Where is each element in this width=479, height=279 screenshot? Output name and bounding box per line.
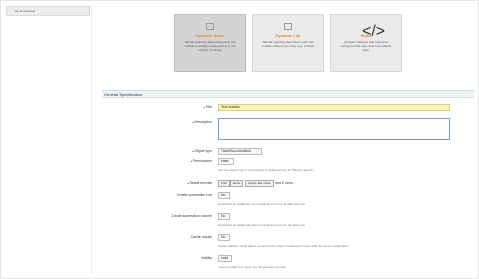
card-title: Static — [360, 33, 372, 38]
permissions-select[interactable]: stats — [218, 158, 234, 165]
sidebar: Go to overview — [4, 4, 92, 275]
validity-label: Validity — [200, 256, 212, 260]
matrix-icon — [206, 23, 214, 30]
card-title: Dynamic List — [275, 33, 301, 38]
result-formats-more[interactable]: and 5 more... — [275, 181, 296, 185]
code-icon: </> — [362, 23, 386, 40]
create-summation-row-select[interactable]: No — [218, 192, 230, 199]
create-summation-column-hint: Generates an additional column containin… — [218, 223, 306, 227]
title-label: Title — [134, 105, 212, 109]
main-content: Dynamic Static Tabular reporting data wh… — [102, 4, 474, 275]
permissions-label: Permissions — [134, 159, 212, 163]
card-dynamic-list[interactable]: Dynamic List Tabular reporting data wher… — [252, 14, 324, 72]
card-description: Tabular reporting data where each row co… — [184, 40, 236, 52]
create-summation-column-select[interactable]: No — [218, 213, 230, 220]
result-format-tag[interactable]: Excel — [230, 180, 244, 187]
object-type-field: TicketAccumulation — [218, 148, 262, 155]
create-summation-column-label: Create summation column — [171, 214, 212, 218]
result-formats-label: Result formats — [134, 181, 212, 185]
list-icon — [284, 23, 292, 30]
description-label: Description — [134, 120, 212, 124]
section-header: General Specification — [102, 90, 474, 98]
create-summation-row-label: Create summation row — [176, 193, 212, 197]
validity-hint: If set to invalid end users can not gene… — [218, 265, 287, 269]
card-title: Dynamic Static — [195, 33, 225, 38]
card-static[interactable]: </> Static Complex statistics that canno… — [330, 14, 402, 72]
cache-results-select[interactable]: No — [218, 234, 230, 241]
description-textarea[interactable] — [218, 118, 450, 140]
create-summation-row-hint: Generates an additional row containing s… — [218, 202, 306, 206]
object-type-label: Object type — [134, 149, 212, 153]
result-format-tag[interactable]: Graph: Bar Chart — [245, 180, 274, 187]
card-description: Complex statistics that cannot be config… — [340, 40, 392, 52]
card-description: Tabular reporting data where each row co… — [261, 40, 315, 48]
cache-results-hint: Stores statistics result data in a cache… — [218, 244, 350, 248]
result-format-tag[interactable]: CSV — [218, 180, 231, 187]
validity-select[interactable]: valid — [218, 255, 232, 262]
permissions-hint: You can select one or more groups to def… — [218, 168, 314, 172]
cache-results-label: Cache results — [190, 235, 212, 239]
card-dynamic-static[interactable]: Dynamic Static Tabular reporting data wh… — [174, 14, 246, 72]
title-input[interactable]: Test statistic — [218, 104, 450, 111]
go-to-overview-button[interactable]: Go to overview — [6, 6, 90, 16]
statistic-type-cards: Dynamic Static Tabular reporting data wh… — [174, 14, 402, 74]
